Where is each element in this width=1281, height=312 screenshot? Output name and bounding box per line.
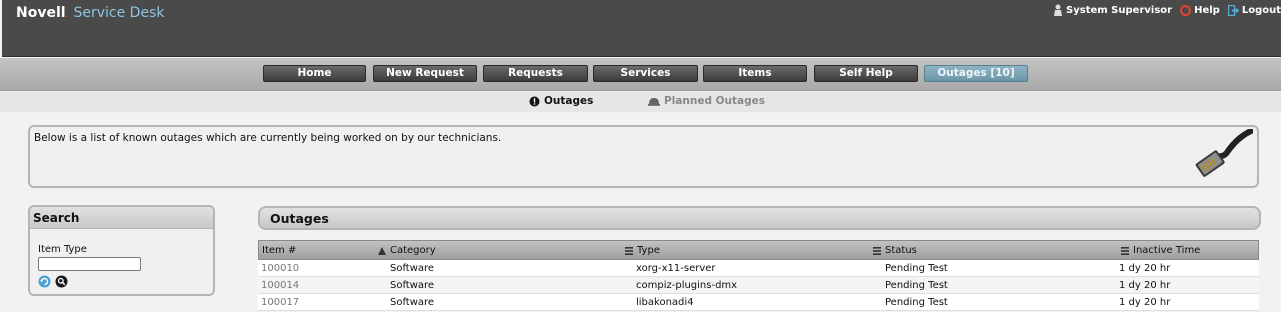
tab-requests[interactable]: Requests	[483, 65, 588, 82]
col-status-label: Status	[885, 245, 917, 256]
col-item-number-label: Item #	[262, 245, 297, 256]
brand-name: Novell	[16, 5, 66, 21]
hardhat-icon	[648, 98, 660, 106]
user-link[interactable]: System Supervisor	[1053, 4, 1172, 16]
user-nav: System Supervisor Help Logout	[1045, 3, 1281, 17]
cell-item-number[interactable]: 100010	[261, 263, 299, 274]
app-header: Novell. Service Desk System Supervisor H…	[0, 0, 1281, 57]
brand-logo[interactable]: Novell. Service Desk	[16, 5, 164, 21]
network-cable-icon	[1195, 129, 1253, 177]
cell-type: xorg-x11-server	[636, 263, 716, 274]
logout-icon	[1227, 4, 1239, 16]
cell-item-number[interactable]: 100014	[261, 280, 299, 291]
header-edge	[0, 0, 2, 57]
tab-self-help[interactable]: Self Help	[814, 65, 918, 82]
search-title: Search	[30, 207, 213, 229]
tab-items[interactable]: Items	[703, 65, 807, 82]
col-type[interactable]: Type	[625, 245, 660, 256]
cell-type: libakonadi4	[636, 297, 694, 308]
magnifier-icon	[55, 275, 68, 288]
logout-link[interactable]: Logout	[1227, 4, 1281, 16]
sub-tab-bar: Outages Planned Outages	[0, 92, 1281, 112]
cell-category: Software	[390, 297, 435, 308]
info-panel: Below is a list of known outages which a…	[28, 125, 1259, 188]
tab-home[interactable]: Home	[263, 65, 366, 82]
user-link-label: System Supervisor	[1066, 4, 1173, 16]
col-inactive-time[interactable]: Inactive Time	[1121, 245, 1200, 256]
column-menu-icon	[625, 246, 633, 255]
col-type-label: Type	[637, 245, 660, 256]
reset-button[interactable]	[38, 275, 51, 288]
outages-table: Item # Category Type Status Inactive Tim…	[258, 240, 1259, 311]
tab-services[interactable]: Services	[593, 65, 698, 82]
sort-asc-icon	[378, 246, 386, 255]
info-text: Below is a list of known outages which a…	[34, 132, 502, 144]
search-panel: Search Item Type	[28, 205, 215, 296]
alert-icon	[529, 96, 540, 106]
item-type-label: Item Type	[38, 244, 87, 255]
cell-status: Pending Test	[885, 280, 948, 291]
cell-category: Software	[390, 263, 435, 274]
table-row[interactable]: 100010 Software xorg-x11-server Pending …	[258, 260, 1259, 277]
column-menu-icon	[1121, 246, 1129, 255]
cell-type: compiz-plugins-dmx	[636, 280, 738, 291]
help-link-label: Help	[1194, 4, 1220, 16]
col-status[interactable]: Status	[873, 245, 917, 256]
cell-inactive-time: 1 dy 20 hr	[1119, 297, 1171, 308]
outages-title: Outages	[258, 206, 1261, 230]
cell-item-number[interactable]: 100017	[261, 297, 299, 308]
column-menu-icon	[873, 246, 881, 255]
refresh-icon	[38, 275, 51, 288]
cell-category: Software	[390, 280, 435, 291]
col-category[interactable]: Category	[378, 245, 436, 256]
table-row[interactable]: 100017 Software libakonadi4 Pending Test…	[258, 294, 1259, 311]
item-type-input[interactable]	[38, 257, 141, 271]
tab-outages[interactable]: Outages [10]	[924, 65, 1028, 82]
user-icon	[1054, 4, 1063, 16]
tab-new-request[interactable]: New Request	[373, 65, 477, 82]
cell-status: Pending Test	[885, 263, 948, 274]
help-link[interactable]: Help	[1180, 4, 1220, 16]
brand-dot: .	[65, 10, 69, 19]
subtab-outages[interactable]: Outages	[529, 95, 593, 107]
cell-inactive-time: 1 dy 20 hr	[1119, 263, 1171, 274]
cell-status: Pending Test	[885, 297, 948, 308]
cell-inactive-time: 1 dy 20 hr	[1119, 280, 1171, 291]
subtab-planned-outages[interactable]: Planned Outages	[648, 95, 765, 107]
subtab-planned-outages-label: Planned Outages	[664, 95, 766, 107]
col-category-label: Category	[390, 245, 436, 256]
table-row[interactable]: 100014 Software compiz-plugins-dmx Pendi…	[258, 277, 1259, 294]
brand-product: Service Desk	[73, 5, 165, 21]
main-tab-bar: Home New Request Requests Services Items…	[0, 58, 1281, 91]
col-item-number[interactable]: Item #	[262, 245, 296, 256]
table-header: Item # Category Type Status Inactive Tim…	[258, 240, 1259, 260]
logout-link-label: Logout	[1241, 4, 1281, 16]
subtab-outages-label: Outages	[544, 95, 594, 107]
help-lifebuoy-icon	[1180, 4, 1192, 16]
col-inactive-time-label: Inactive Time	[1133, 245, 1201, 256]
search-button[interactable]	[55, 275, 68, 288]
